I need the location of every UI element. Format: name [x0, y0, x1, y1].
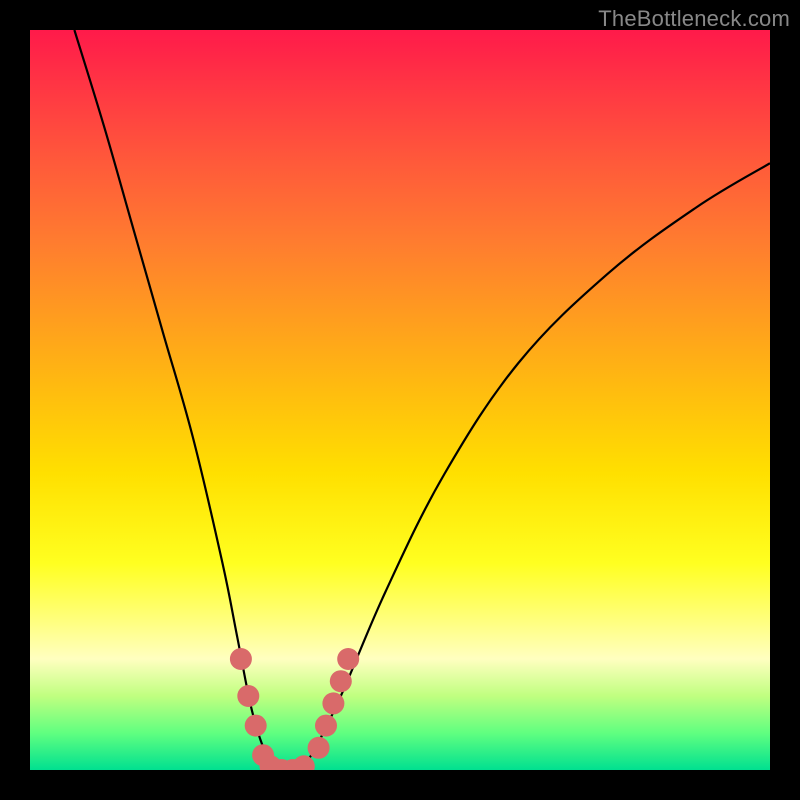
trough-marker — [230, 648, 252, 670]
trough-marker — [330, 670, 352, 692]
trough-marker — [315, 715, 337, 737]
trough-marker — [308, 737, 330, 759]
trough-marker — [237, 685, 259, 707]
plot-area — [30, 30, 770, 770]
trough-markers — [230, 648, 359, 770]
watermark-text: TheBottleneck.com — [598, 6, 790, 32]
trough-marker — [337, 648, 359, 670]
trough-marker — [293, 755, 315, 770]
chart-container: TheBottleneck.com — [0, 0, 800, 800]
trough-marker — [245, 715, 267, 737]
curve-svg — [30, 30, 770, 770]
bottleneck-curve — [74, 30, 770, 770]
trough-marker — [322, 692, 344, 714]
